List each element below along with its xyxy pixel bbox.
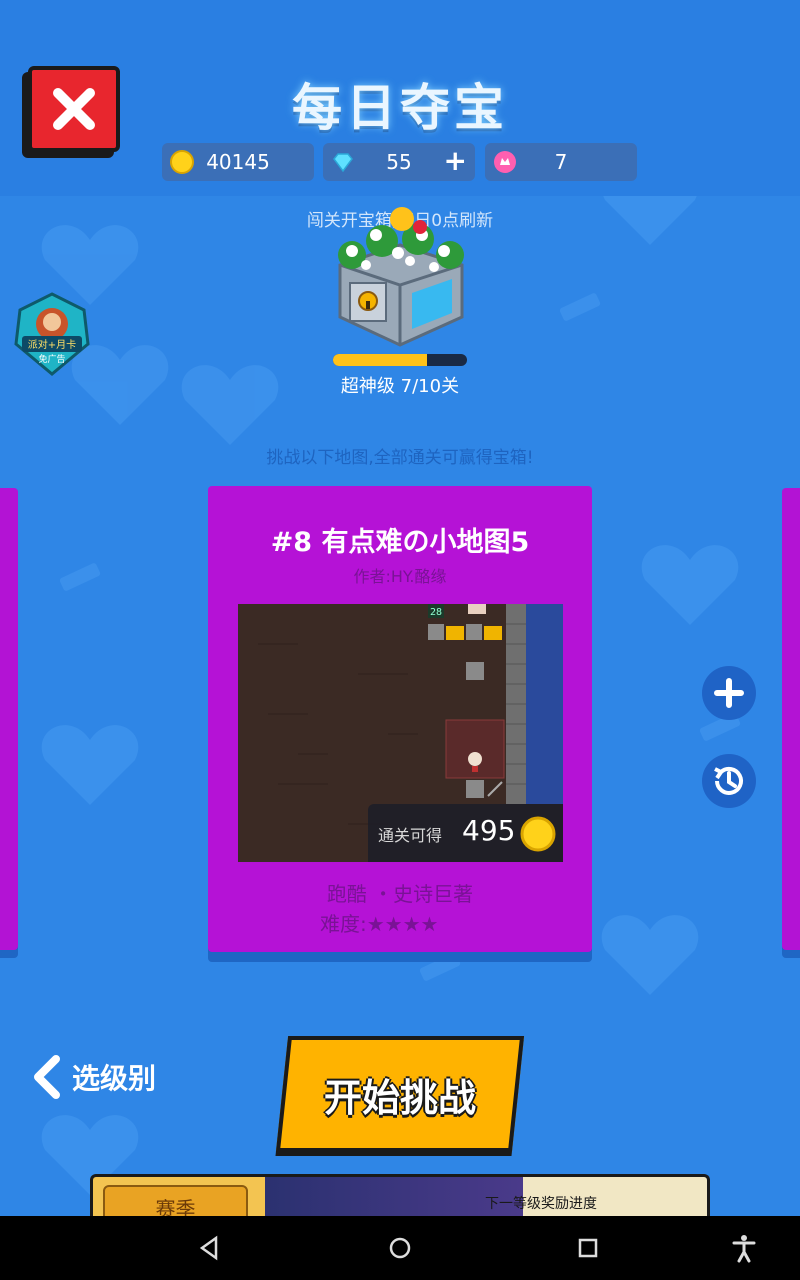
close-icon: [53, 88, 95, 130]
nav-recents-icon[interactable]: [572, 1232, 604, 1264]
start-challenge-button[interactable]: 开始挑战: [275, 1036, 525, 1152]
chest-progress-bar: [333, 354, 467, 366]
plus-icon[interactable]: +: [444, 147, 467, 175]
season-next-reward: 下一等级奖励进度: [485, 1196, 597, 1212]
plus-icon: [714, 678, 744, 708]
map-difficulty: 难度:★★★★: [320, 912, 439, 936]
badge-line1: 派对+月卡: [28, 338, 76, 351]
accessibility-icon[interactable]: [728, 1232, 760, 1264]
reward-label: 通关可得: [378, 826, 443, 845]
history-icon: [714, 766, 743, 795]
page-title: 每日夺宝: [292, 79, 508, 137]
season-banner[interactable]: 赛季 下一等级奖励进度: [90, 1174, 710, 1216]
coin-counter: 40145: [162, 143, 314, 181]
nav-home-icon[interactable]: [384, 1232, 416, 1264]
system-nav-bar: [0, 1216, 800, 1280]
back-button[interactable]: 选级别: [32, 1052, 156, 1102]
map-number-sign: 28: [430, 607, 442, 618]
coin-icon: [520, 816, 556, 852]
back-chevron-icon: [34, 1055, 60, 1099]
next-map-card[interactable]: [782, 488, 800, 950]
start-label: 开始挑战: [323, 1075, 476, 1120]
challenge-hint: 挑战以下地图,全部通关可赢得宝箱!: [266, 448, 534, 468]
gem-counter[interactable]: 55 +: [323, 143, 475, 181]
badge-line2: 免广告: [38, 353, 65, 365]
map-author: 作者:HY.酪缘: [353, 567, 447, 586]
previous-map-card[interactable]: [0, 488, 18, 950]
nav-back-icon[interactable]: [194, 1232, 226, 1264]
token-value: 7: [554, 150, 568, 174]
treasure-chest-icon[interactable]: [322, 205, 478, 351]
reward-value: 495: [462, 814, 516, 847]
chest-progress-fill: [333, 354, 427, 366]
party-monthly-card-badge[interactable]: 派对+月卡 免广告: [14, 292, 90, 376]
history-button[interactable]: [702, 754, 756, 808]
season-tag: 赛季: [103, 1185, 248, 1216]
coin-value: 40145: [206, 150, 270, 174]
reward-box: 通关可得 495: [368, 804, 563, 862]
back-label: 选级别: [72, 1062, 157, 1095]
add-button[interactable]: [702, 666, 756, 720]
map-title: #8 有点难の小地图5: [270, 527, 530, 558]
token-counter: 7: [485, 143, 637, 181]
level-progress-text: 超神级 7/10关: [340, 376, 460, 397]
map-preview[interactable]: 28 通关可得 495: [238, 604, 563, 862]
close-button[interactable]: [28, 66, 120, 152]
map-type: 跑酷 ・史诗巨著: [326, 882, 474, 906]
map-card: #8 有点难の小地图5 作者:HY.酪缘 28 通关可得 495 跑酷 ・史诗巨…: [208, 486, 592, 952]
